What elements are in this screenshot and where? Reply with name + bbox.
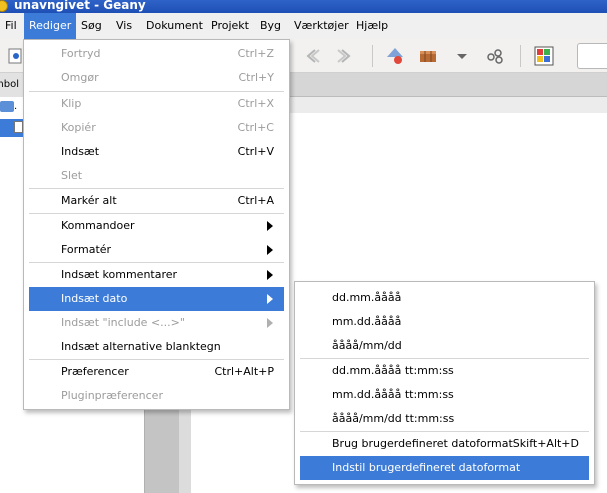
menu-byg[interactable]: Byg (255, 13, 286, 39)
menu-dokument[interactable]: Dokument (141, 13, 208, 39)
indsaet-dato-submenu: dd.mm.åååå mm.dd.åååå åååå/mm/dd dd.mm.å… (294, 281, 595, 485)
menu-item-fortryd[interactable]: Fortryd Ctrl+Z (29, 42, 284, 66)
search-input[interactable] (577, 43, 607, 69)
menu-item-datetime-aaaa-mm-dd[interactable]: åååå/mm/dd tt:mm:ss (300, 407, 589, 431)
menu-item-indsaet-kommentarer[interactable]: Indsæt kommentarer (29, 263, 284, 287)
tree-item-file[interactable] (0, 119, 24, 137)
menu-item-brug-brugerdefineret-datoformat[interactable]: Brug brugerdefineret datoformat Skift+Alt… (300, 432, 589, 456)
scrollbar[interactable] (179, 410, 191, 493)
menu-item-indsaet[interactable]: Indsæt Ctrl+V (29, 140, 284, 164)
tree-item-label: . (14, 101, 18, 112)
menu-item-date-mm-dd-aaaa[interactable]: mm.dd.åååå (300, 310, 589, 334)
menu-item-pluginpraeferencer[interactable]: Pluginpræferencer (29, 384, 284, 408)
menu-vaerktoejer[interactable]: Værktøjer (289, 13, 354, 39)
submenu-arrow-icon (267, 245, 273, 255)
submenu-arrow-icon (267, 221, 273, 231)
file-icon (14, 121, 23, 133)
navigate-back-icon[interactable] (301, 45, 323, 67)
compile-icon[interactable] (384, 45, 406, 67)
menu-item-marker-alt[interactable]: Markér alt Ctrl+A (29, 189, 284, 213)
build-icon[interactable] (417, 45, 439, 67)
rediger-menu: Fortryd Ctrl+Z Omgør Ctrl+Y Klip Ctrl+X Kop… (23, 39, 290, 410)
menu-item-omgoer[interactable]: Omgør Ctrl+Y (29, 66, 284, 90)
menu-hjaelp[interactable]: Hjælp (351, 13, 393, 39)
menu-fil[interactable]: Fil (0, 13, 22, 39)
menu-item-indstil-brugerdefineret-datoformat[interactable]: Indstil brugerdefineret datoformat (300, 456, 589, 480)
menu-item-datetime-dd-mm-aaaa[interactable]: dd.mm.åååå tt:mm:ss (300, 359, 589, 383)
menu-item-indsaet-dato[interactable]: Indsæt dato (29, 287, 284, 311)
menu-projekt[interactable]: Projekt (206, 13, 254, 39)
menu-item-slet[interactable]: Slet (29, 164, 284, 188)
menu-bar: Fil Rediger Søg Vis Dokument Projekt Byg… (0, 13, 607, 39)
title-bar: unavngivet - Geany (0, 0, 607, 13)
window-title: unavngivet - Geany (14, 0, 146, 12)
menu-item-date-dd-mm-aaaa[interactable]: dd.mm.åååå (300, 286, 589, 310)
editor-scroll-area (144, 410, 191, 493)
color-chooser-icon[interactable] (533, 45, 555, 67)
menu-item-datetime-mm-dd-aaaa[interactable]: mm.dd.åååå tt:mm:ss (300, 383, 589, 407)
build-dropdown-chevron-down-icon[interactable] (451, 45, 473, 67)
menu-soeg[interactable]: Søg (76, 13, 107, 39)
submenu-arrow-icon (267, 270, 273, 280)
menu-item-klip[interactable]: Klip Ctrl+X (29, 92, 284, 116)
submenu-arrow-icon (267, 318, 273, 328)
menu-item-indsaet-alternative-blanktegn[interactable]: Indsæt alternative blanktegn (29, 335, 284, 359)
menu-vis[interactable]: Vis (111, 13, 137, 39)
run-icon[interactable] (484, 45, 506, 67)
toolbar-separator (372, 45, 373, 67)
menu-item-formater[interactable]: Formatér (29, 238, 284, 262)
menu-item-kommandoer[interactable]: Kommandoer (29, 214, 284, 238)
menu-item-praeferencer[interactable]: Præferencer Ctrl+Alt+P (29, 360, 284, 384)
submenu-arrow-icon (267, 294, 273, 304)
menu-item-indsaet-include[interactable]: Indsæt "include <...>" (29, 311, 284, 335)
navigate-forward-icon[interactable] (334, 45, 356, 67)
toolbar-separator (520, 45, 521, 67)
folder-icon[interactable] (0, 101, 14, 112)
menu-rediger[interactable]: Rediger (24, 13, 77, 39)
geany-app-icon (0, 0, 8, 12)
menu-item-date-aaaa-mm-dd[interactable]: åååå/mm/dd (300, 334, 589, 358)
menu-item-kopier[interactable]: Kopiér Ctrl+C (29, 116, 284, 140)
